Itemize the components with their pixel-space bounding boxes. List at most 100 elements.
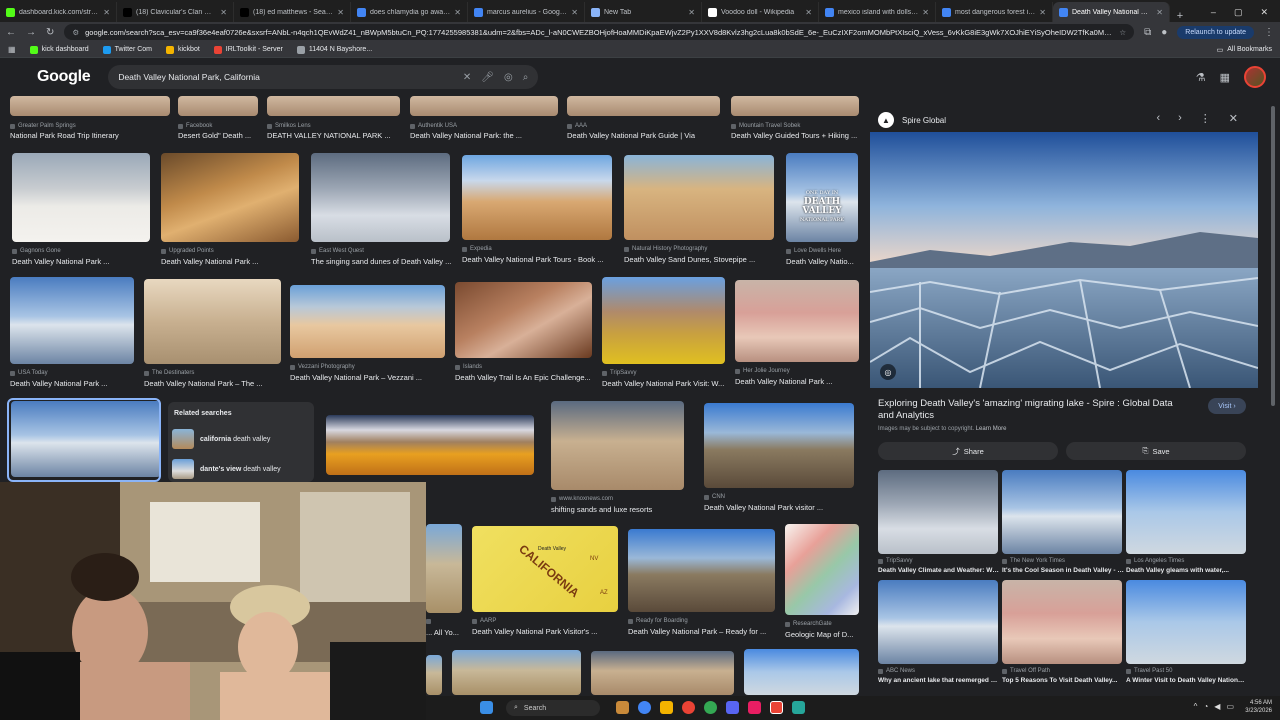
chevron-up-icon[interactable]: ^ [1194, 702, 1198, 711]
result-source[interactable]: Love Dwells Here [786, 248, 858, 254]
result-source[interactable]: Vezzani Photography [290, 364, 445, 370]
result-poppy-thumbnail[interactable] [326, 415, 534, 475]
result-title[interactable]: Death Valley National Park ... [12, 257, 152, 266]
result-source[interactable]: USA Today [10, 370, 134, 376]
result-source[interactable]: AARP [472, 618, 618, 624]
panel-title[interactable]: Exploring Death Valley's 'amazing' migra… [878, 398, 1188, 422]
lens-icon[interactable]: ◎ [504, 72, 513, 83]
tab-close-icon[interactable]: ✕ [1156, 8, 1163, 17]
result-source[interactable]: Ready for Boarding [628, 618, 775, 624]
site-info-icon[interactable]: ⚙ [72, 28, 79, 37]
browser-icon[interactable] [704, 701, 717, 714]
result-top-thumbnail[interactable] [178, 96, 258, 116]
close-icon[interactable]: ✕ [1229, 112, 1238, 125]
tab-close-icon[interactable]: ✕ [103, 8, 110, 17]
result-top-title[interactable]: National Park Road Trip Itinerary [10, 131, 180, 140]
result-top-source[interactable]: Mountain Travel Sobek [731, 123, 800, 129]
result-title[interactable]: ... All Yo... [426, 628, 464, 637]
more-options-icon[interactable]: ⋮ [1200, 112, 1211, 125]
result-top-thumbnail[interactable] [731, 96, 859, 116]
panel-related-thumbnail[interactable] [1126, 470, 1246, 554]
bookmark-item[interactable]: 11404 N Bayshore... [296, 45, 372, 54]
result-thumbnail[interactable]: ONE DAY IN DEATH VALLEY NATIONAL PARK [786, 153, 858, 242]
result-source[interactable]: The Destinaters [144, 370, 281, 376]
panel-related-title[interactable]: Death Valley gleams with water,... [1126, 567, 1248, 574]
result-top-title[interactable]: Desert Gold" Death ... [178, 131, 268, 140]
bookmark-item[interactable]: Twitter Com [102, 45, 152, 54]
result-top-source[interactable]: AAA [567, 123, 587, 129]
bookmark-item[interactable]: kick dashboard [29, 45, 89, 54]
result-bottom-thumbnail[interactable] [452, 650, 581, 695]
selected-result-highlight[interactable] [7, 398, 161, 482]
result-top-thumbnail[interactable] [567, 96, 720, 116]
panel-related-title[interactable]: A Winter Visit to Death Valley National.… [1126, 677, 1248, 684]
reload-icon[interactable]: ↻ [46, 27, 54, 38]
result-source[interactable]: East West Quest [311, 248, 450, 254]
result-top-source[interactable]: Facebook [178, 123, 212, 129]
result-thumbnail[interactable] [624, 155, 774, 240]
taskview-icon[interactable] [616, 701, 629, 714]
obs-icon[interactable] [682, 701, 695, 714]
profile-icon[interactable]: ● [1161, 27, 1167, 38]
result-source[interactable]: Natural History Photography [624, 246, 774, 252]
result-bottom-thumbnail[interactable] [744, 649, 859, 695]
active-app-icon[interactable] [770, 701, 783, 714]
result-thumbnail[interactable] [735, 280, 859, 362]
result-title[interactable]: Death Valley National Park – Vezzani ... [290, 373, 447, 382]
tab-close-icon[interactable]: ✕ [688, 8, 695, 17]
panel-related-source[interactable]: Travel Past 50 [1126, 668, 1172, 674]
close-window-button[interactable]: ✕ [1260, 7, 1268, 18]
panel-related-source[interactable]: Los Angeles Times [1126, 558, 1184, 564]
browser-tab[interactable]: Death Valley National Park, Ca ✕ [1053, 2, 1170, 22]
scrollbar-thumb[interactable] [1271, 106, 1275, 406]
new-tab-button[interactable]: + [1170, 10, 1190, 22]
search-icon[interactable]: ⌕ [523, 72, 529, 83]
tab-close-icon[interactable]: ✕ [220, 8, 227, 17]
result-title[interactable]: Death Valley Sand Dunes, Stovepipe ... [624, 255, 776, 264]
result-source[interactable]: ResearchGate [785, 621, 859, 627]
result-title[interactable]: The singing sand dunes of Death Valley .… [311, 257, 452, 266]
result-title[interactable]: Death Valley Natio... [786, 257, 860, 266]
wifi-icon[interactable]: ◔ [1203, 702, 1208, 711]
tray-app-icon[interactable] [792, 701, 805, 714]
browser-tab[interactable]: dashboard.kick.com/stream ✕ [0, 2, 117, 22]
next-chevron-icon[interactable]: › [1178, 112, 1182, 125]
result-top-thumbnail[interactable] [10, 96, 170, 116]
result-thumbnail[interactable] [161, 153, 299, 242]
share-button[interactable]: ⤴ Share [878, 442, 1058, 460]
result-source[interactable]: Upgraded Points [161, 248, 299, 254]
panel-related-thumbnail[interactable] [878, 580, 998, 664]
result-thumbnail[interactable]: CALIFORNIA Death Valley NV AZ [472, 526, 618, 612]
result-title[interactable]: Death Valley National Park ... [10, 379, 136, 388]
tab-close-icon[interactable]: ✕ [805, 8, 812, 17]
volume-icon[interactable]: ◀ [1214, 702, 1220, 711]
result-source[interactable]: TripSavvy [602, 370, 725, 376]
related-search-item[interactable]: california death valley [172, 428, 310, 450]
result-title[interactable]: Death Valley National Park – The ... [144, 379, 283, 388]
result-thumbnail[interactable] [551, 401, 684, 490]
panel-related-source[interactable]: ABC News [878, 668, 915, 674]
result-bottom-thumbnail[interactable] [426, 655, 442, 695]
apps-icon[interactable]: ▦ [8, 45, 16, 54]
file-explorer-icon[interactable] [660, 701, 673, 714]
panel-related-source[interactable]: TripSavvy [878, 558, 912, 564]
search-input[interactable]: Death Valley National Park, California [118, 72, 453, 82]
result-top-title[interactable]: DEATH VALLEY NATIONAL PARK ... [267, 131, 410, 140]
save-button[interactable]: ⎘ Save [1066, 442, 1246, 460]
discord-icon[interactable] [726, 701, 739, 714]
previous-chevron-icon[interactable]: ‹ [1156, 112, 1160, 125]
result-title[interactable]: Death Valley National Park Tours - Book … [462, 255, 614, 264]
tab-close-icon[interactable]: ✕ [922, 8, 929, 17]
search-box[interactable]: Death Valley National Park, California ✕… [108, 65, 539, 89]
result-top-source[interactable]: Authentik USA [410, 123, 457, 129]
result-top-source[interactable]: Smilkos Lens [267, 123, 311, 129]
result-source[interactable]: Her Jolie Journey [735, 368, 859, 374]
result-source[interactable]: CNN [704, 494, 854, 500]
result-thumbnail[interactable] [426, 524, 462, 613]
result-thumbnail[interactable] [311, 153, 450, 242]
result-title[interactable]: shifting sands and luxe resorts [551, 505, 686, 514]
panel-related-thumbnail[interactable] [878, 470, 998, 554]
bookmark-star-icon[interactable]: ☆ [1119, 28, 1126, 37]
result-top-title[interactable]: Death Valley Guided Tours + Hiking ... [731, 131, 869, 140]
taskbar-clock[interactable]: 4:56 AM 3/23/2026 [1245, 699, 1272, 715]
